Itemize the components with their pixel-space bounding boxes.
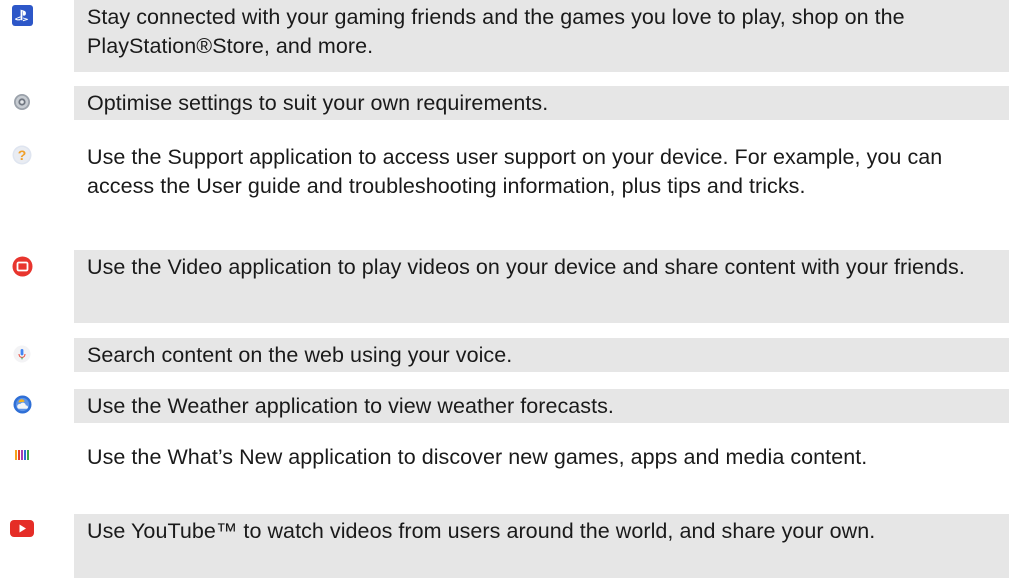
settings-gear-icon <box>10 90 34 114</box>
svg-text:?: ? <box>18 147 27 163</box>
app-description: Stay connected with your gaming friends … <box>74 0 1009 72</box>
app-description: Use YouTube™ to watch videos from users … <box>74 514 1009 578</box>
app-description: Use the Video application to play videos… <box>74 250 1009 323</box>
app-description: Optimise settings to suit your own requi… <box>74 86 1009 120</box>
playstation-icon <box>10 3 34 27</box>
support-question-icon: ? <box>10 143 34 167</box>
weather-icon <box>10 392 34 416</box>
app-list: Stay connected with your gaming friends … <box>0 0 1009 578</box>
app-description: Use the Weather application to view weat… <box>74 389 1009 423</box>
video-icon <box>10 254 34 278</box>
youtube-icon <box>10 516 34 540</box>
app-description: Use the Support application to access us… <box>74 140 1009 241</box>
app-description: Use the What’s New application to discov… <box>74 440 1009 510</box>
app-description: Search content on the web using your voi… <box>74 338 1009 372</box>
whats-new-icon <box>10 443 34 467</box>
voice-search-microphone-icon <box>10 342 34 366</box>
